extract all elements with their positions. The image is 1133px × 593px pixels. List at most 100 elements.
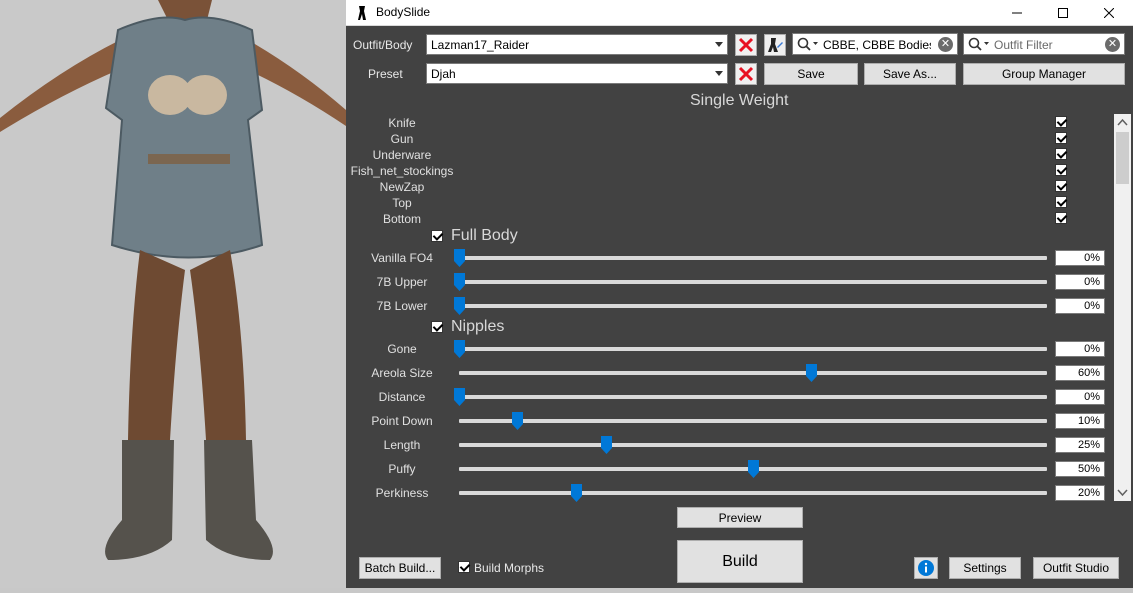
search-icon (797, 37, 818, 51)
character-model-image (0, 0, 346, 560)
outfit-body-value: Lazman17_Raider (431, 38, 530, 52)
slider-thumb[interactable] (600, 436, 612, 454)
vertical-scrollbar[interactable] (1114, 114, 1131, 501)
slider-value-box[interactable]: 60% (1055, 365, 1105, 381)
outfit-filter-input[interactable]: Outfit Filter ✕ (963, 33, 1125, 55)
slider-thumb[interactable] (453, 388, 465, 406)
outfit-studio-button[interactable]: Outfit Studio (1033, 557, 1119, 579)
preview-button[interactable]: Preview (677, 507, 803, 528)
edit-outfit-button[interactable] (764, 34, 786, 56)
slider-value-box[interactable]: 0% (1055, 341, 1105, 357)
build-morphs-checkbox[interactable] (458, 561, 470, 573)
red-x-icon (738, 37, 754, 53)
scroll-up-arrow-icon[interactable] (1114, 116, 1131, 130)
chevron-down-icon (715, 42, 723, 47)
preset-select[interactable]: Djah (426, 63, 728, 84)
bodyslide-app-icon (358, 6, 366, 20)
group-manager-button[interactable]: Group Manager (963, 63, 1125, 85)
slider-track[interactable] (459, 304, 1047, 308)
zap-label: Underware (372, 148, 432, 162)
zap-label: Knife (388, 116, 416, 130)
slider-track[interactable] (459, 371, 1047, 375)
delete-preset-button[interactable] (735, 63, 757, 85)
bodyslide-window: BodySlide Outfit/Body Lazman17_Raider CB… (346, 0, 1133, 588)
preset-label: Preset (368, 67, 403, 81)
slider-value-box[interactable]: 50% (1055, 461, 1105, 477)
slider-value-box[interactable]: 0% (1055, 389, 1105, 405)
slider-label: 7B Upper (376, 275, 428, 289)
build-morphs-label: Build Morphs (474, 561, 545, 575)
slider-track[interactable] (459, 419, 1047, 423)
slider-value-box[interactable]: 10% (1055, 413, 1105, 429)
zap-checkbox-underware[interactable] (1055, 148, 1067, 160)
slider-thumb[interactable] (806, 364, 818, 382)
scroll-down-arrow-icon[interactable] (1114, 485, 1131, 499)
slider-label: Gone (387, 342, 417, 356)
zap-label: NewZap (379, 180, 425, 194)
zap-checkbox-top[interactable] (1055, 196, 1067, 208)
minimize-button[interactable] (994, 0, 1040, 26)
outfit-filter-placeholder: Outfit Filter (994, 38, 1053, 52)
slider-thumb[interactable] (453, 273, 465, 291)
slider-thumb[interactable] (747, 460, 759, 478)
info-button[interactable] (914, 557, 938, 579)
maximize-icon (1058, 8, 1068, 18)
slider-value-box[interactable]: 0% (1055, 298, 1105, 314)
group-checkbox-full-body[interactable] (431, 230, 443, 242)
close-icon (1104, 8, 1114, 18)
clear-outfit-filter-button[interactable]: ✕ (1105, 37, 1120, 52)
slider-thumb[interactable] (571, 484, 583, 502)
slider-value-box[interactable]: 0% (1055, 250, 1105, 266)
title-bar: BodySlide (346, 0, 1133, 26)
3d-preview-viewport[interactable] (0, 0, 346, 588)
slider-track[interactable] (459, 256, 1047, 260)
outfit-body-select[interactable]: Lazman17_Raider (426, 34, 728, 55)
settings-button[interactable]: Settings (949, 557, 1021, 579)
slider-track[interactable] (459, 347, 1047, 351)
slider-track[interactable] (459, 491, 1047, 495)
delete-outfit-button[interactable] (735, 34, 757, 56)
slider-track[interactable] (459, 395, 1047, 399)
save-as-button[interactable]: Save As... (864, 63, 956, 85)
build-button[interactable]: Build (677, 540, 803, 583)
slider-thumb[interactable] (512, 412, 524, 430)
slider-label: 7B Lower (376, 299, 428, 313)
batch-build-button[interactable]: Batch Build... (359, 557, 441, 579)
slider-value-box[interactable]: 0% (1055, 274, 1105, 290)
maximize-button[interactable] (1040, 0, 1086, 26)
slider-label: Distance (378, 390, 426, 404)
close-window-button[interactable] (1086, 0, 1132, 26)
red-x-icon (738, 66, 754, 82)
scrollbar-thumb[interactable] (1116, 132, 1129, 184)
slider-thumb[interactable] (453, 297, 465, 315)
slider-label: Areola Size (371, 366, 433, 380)
chevron-down-icon (715, 71, 723, 76)
slider-value-box[interactable]: 25% (1055, 437, 1105, 453)
zap-checkbox-gun[interactable] (1055, 132, 1067, 144)
outfit-edit-icon (768, 38, 783, 52)
slider-label: Puffy (388, 462, 416, 476)
zap-checkbox-knife[interactable] (1055, 116, 1067, 128)
save-button[interactable]: Save (764, 63, 858, 85)
zap-label: Fish_net_stockings (350, 164, 454, 178)
group-title-nipples: Nipples (451, 318, 505, 335)
group-filter-value: CBBE, CBBE Bodies, C (823, 38, 931, 52)
clear-group-filter-button[interactable]: ✕ (938, 37, 953, 52)
zap-checkbox-fish-net-stockings[interactable] (1055, 164, 1067, 176)
slider-label: Perkiness (375, 486, 429, 500)
zap-label: Bottom (382, 212, 421, 226)
slider-track[interactable] (459, 280, 1047, 284)
slider-label: Vanilla FO4 (371, 251, 433, 265)
zap-checkbox-bottom[interactable] (1055, 212, 1067, 224)
slider-track[interactable] (459, 443, 1047, 447)
minimize-icon (1012, 12, 1022, 14)
slider-label: Point Down (371, 414, 433, 428)
slider-thumb[interactable] (453, 340, 465, 358)
slider-value-box[interactable]: 20% (1055, 485, 1105, 501)
group-filter-input[interactable]: CBBE, CBBE Bodies, C ✕ (792, 33, 958, 55)
group-title-full-body: Full Body (451, 227, 518, 244)
group-checkbox-nipples[interactable] (431, 321, 443, 333)
zap-checkbox-newzap[interactable] (1055, 180, 1067, 192)
preset-value: Djah (431, 67, 456, 81)
slider-thumb[interactable] (453, 249, 465, 267)
